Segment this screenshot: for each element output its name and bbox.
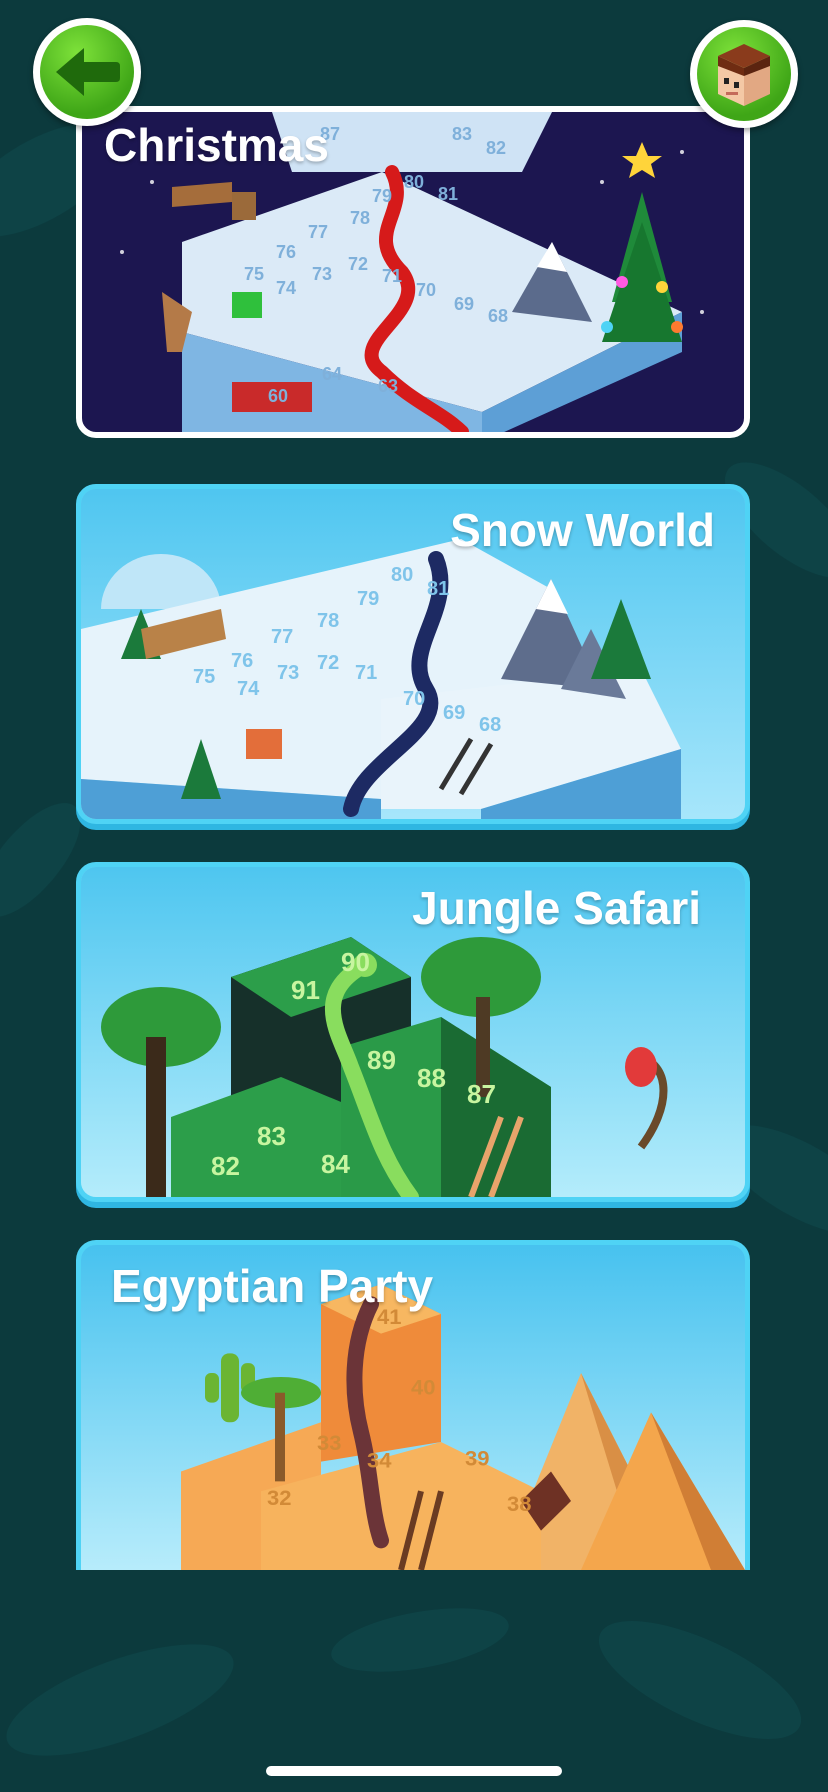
board-tile-number: 32 — [267, 1485, 291, 1510]
board-tile-number: 72 — [317, 652, 339, 674]
board-tile-number: 74 — [237, 678, 260, 700]
board-tile-number: 81 — [427, 578, 449, 600]
board-tile-number: 76 — [231, 650, 253, 672]
world-title-egyptian-party: Egyptian Party — [111, 1260, 434, 1312]
world-card-christmas[interactable]: 87 83 82 80 81 79 78 77 76 75 74 73 72 71 70 69 68 64 63 60… — [76, 106, 750, 438]
board-tile-number: 73 — [312, 264, 332, 284]
board-tile-number: 33 — [317, 1430, 341, 1455]
board-tile-number: 68 — [488, 306, 508, 326]
board-tile-number: 82 — [211, 1151, 240, 1181]
board-tile-number: 73 — [277, 662, 299, 684]
board-tile-number: 83 — [452, 124, 472, 144]
avatar-button[interactable] — [690, 20, 798, 128]
board-tile-number: 38 — [507, 1491, 531, 1516]
world-title-jungle-safari: Jungle Safari — [412, 882, 701, 934]
board-tile-number: 75 — [193, 666, 215, 688]
board-tile-number: 77 — [271, 626, 293, 648]
board-tile-number: 82 — [486, 138, 506, 158]
board-tile-number: 64 — [322, 364, 342, 384]
board-tile-number: 80 — [404, 172, 424, 192]
board-tile-number: 69 — [443, 702, 465, 724]
board-tile-number: 81 — [438, 184, 458, 204]
board-tile-number: 70 — [416, 280, 436, 300]
world-card-egyptian-party[interactable]: 41 40 33 34 39 32 38 Egyptian Party — [76, 1240, 750, 1570]
board-tile-number: 72 — [348, 254, 368, 274]
blocky-avatar-icon — [718, 44, 770, 106]
board-tile-number: 68 — [479, 714, 501, 736]
board-tile-number: 60 — [268, 386, 288, 406]
board-tile-number: 34 — [367, 1448, 392, 1473]
board-tile-number: 89 — [367, 1045, 396, 1075]
board-tile-number: 83 — [257, 1121, 286, 1151]
board-tile-number: 76 — [276, 242, 296, 262]
board-tile-number: 79 — [357, 588, 379, 610]
home-indicator[interactable] — [266, 1766, 562, 1776]
board-tile-number: 71 — [355, 662, 377, 684]
board-tile-number: 88 — [417, 1063, 446, 1093]
world-title-snow-world: Snow World — [450, 504, 715, 556]
board-tile-number: 91 — [291, 975, 320, 1005]
board-tile-number: 70 — [403, 688, 425, 710]
back-button[interactable] — [33, 18, 141, 126]
board-tile-number: 71 — [382, 266, 402, 286]
board-tile-number: 80 — [391, 564, 413, 586]
board-tile-number: 69 — [454, 294, 474, 314]
board-tile-number: 63 — [378, 376, 398, 396]
board-tile-number: 77 — [308, 222, 328, 242]
board-tile-number: 78 — [350, 208, 370, 228]
board-tile-number: 79 — [372, 186, 392, 206]
board-tile-number: 84 — [321, 1149, 350, 1179]
board-tile-number: 75 — [244, 264, 264, 284]
board-tile-number: 74 — [276, 278, 296, 298]
board-tile-number: 87 — [467, 1079, 496, 1109]
board-tile-number: 39 — [465, 1446, 489, 1471]
board-tile-number: 90 — [341, 947, 370, 977]
board-tile-number: 78 — [317, 610, 339, 632]
world-card-jungle-safari[interactable]: 90 91 89 88 87 83 82 84 Jungle Safari — [76, 862, 750, 1202]
world-title-christmas: Christmas — [104, 119, 329, 171]
board-tile-number: 40 — [411, 1375, 435, 1400]
world-card-snow-world[interactable]: 80 81 79 78 77 76 75 74 73 72 71 70 69 68 Snow World — [76, 484, 750, 824]
arrow-left-icon — [56, 48, 120, 96]
